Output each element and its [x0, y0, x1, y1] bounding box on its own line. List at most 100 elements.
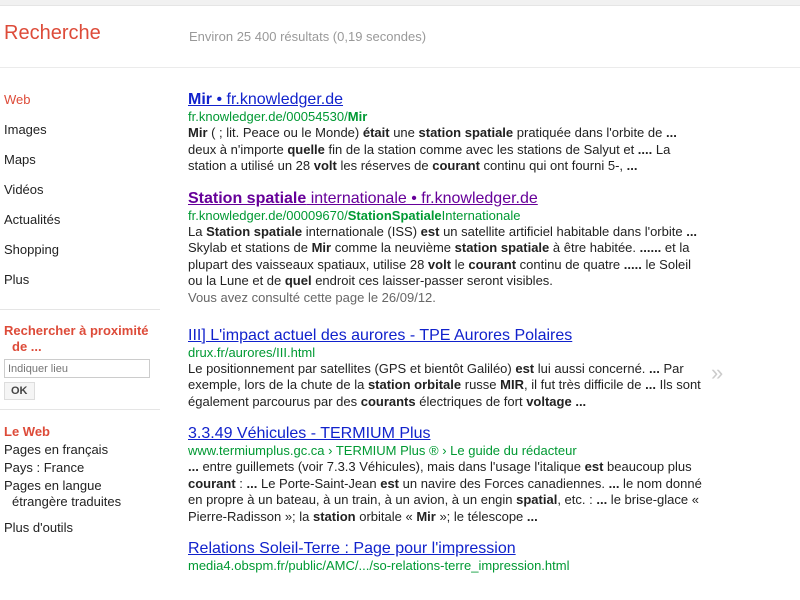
text-segment: russe — [461, 377, 501, 392]
highlight-term: .... — [637, 141, 653, 157]
highlight-term: station spatiale — [418, 125, 514, 140]
preview-arrow-icon[interactable]: » — [711, 360, 723, 386]
text-segment: le — [451, 256, 469, 272]
search-result: Relations Soleil-Terre : Page pour l'imp… — [188, 539, 708, 574]
text-segment: • fr.knowledger.de — [212, 91, 344, 108]
highlight-term: Mir — [311, 240, 332, 255]
highlight-term: est — [515, 360, 535, 376]
highlight-term: Mir — [347, 109, 368, 124]
text-segment: III] L'impact actuel des aurores - TPE A… — [188, 326, 573, 344]
text-segment: Skylab et stations de — [188, 240, 312, 255]
tool-french-pages[interactable]: Pages en français — [4, 442, 164, 458]
highlight-term: Mir — [188, 91, 212, 108]
highlight-term: courant — [432, 158, 480, 173]
result-url: fr.knowledger.de/00054530/Mir — [188, 109, 708, 125]
text-segment: Internationale — [441, 207, 521, 223]
highlight-term: Mir — [416, 508, 436, 524]
result-title-link[interactable]: Mir • fr.knowledger.de — [188, 90, 708, 109]
result-snippet: La Station spatiale internationale (ISS)… — [188, 224, 708, 290]
result-url: drux.fr/aurores/III.html — [188, 345, 708, 361]
text-segment: lui aussi concerné. — [534, 360, 650, 376]
nav-more[interactable]: Plus — [4, 270, 164, 300]
highlight-term: ... — [188, 459, 199, 474]
highlight-term: est — [584, 459, 604, 474]
result-title-link[interactable]: III] L'impact actuel des aurores - TPE A… — [188, 326, 708, 345]
results-list: Mir • fr.knowledger.de fr.knowledger.de/0… — [188, 90, 708, 574]
tool-translated-pages[interactable]: Pages en langue étrangère traduites — [4, 478, 164, 510]
ok-button[interactable]: OK — [4, 382, 35, 400]
nav-videos[interactable]: Vidéos — [4, 180, 164, 210]
nav-images[interactable]: Images — [4, 120, 164, 150]
highlight-term: est — [380, 475, 400, 491]
highlight-term: ... — [575, 393, 587, 409]
nav-shopping[interactable]: Shopping — [4, 240, 164, 270]
text-segment: continu de quatre — [516, 256, 624, 272]
text-segment: continu qui ont fourni 5-, — [479, 158, 627, 173]
tool-translated-label-cont: étrangère traduites — [12, 494, 122, 509]
result-url: media4.obspm.fr/public/AMC/.../so-relati… — [188, 558, 708, 574]
highlight-term: MIR — [500, 377, 524, 392]
tool-translated-label: Pages en langue — [4, 478, 102, 493]
top-bar — [0, 0, 800, 6]
highlight-term: ... — [596, 492, 608, 507]
page-logo[interactable]: Recherche — [4, 22, 101, 45]
tools-divider — [0, 409, 160, 410]
highlight-term: volt — [427, 256, 452, 272]
highlight-term: ... — [526, 508, 538, 524]
highlight-term: ... — [686, 223, 698, 239]
highlight-term: quel — [284, 273, 312, 288]
text-segment: électriques de fort — [415, 393, 527, 409]
highlight-term: Station spatiale — [206, 223, 303, 239]
text-segment: www.termiumplus.gc.ca › TERMIUM Plus ® ›… — [188, 443, 577, 458]
highlight-term: est — [420, 223, 440, 239]
text-segment: une — [389, 125, 419, 140]
highlight-term: ... — [246, 475, 258, 491]
text-segment: internationale (ISS) — [302, 223, 421, 239]
highlight-term: StationSpatiale — [347, 207, 442, 223]
text-segment: pratiquée dans l'orbite de — [513, 125, 666, 140]
nav-web[interactable]: Web — [4, 90, 164, 120]
highlight-term: ... — [626, 158, 638, 173]
location-input[interactable] — [4, 359, 150, 378]
highlight-term: Mir — [188, 125, 208, 140]
text-segment: un navire des Forces canadiennes. — [399, 475, 609, 491]
nav-news[interactable]: Actualités — [4, 210, 164, 240]
result-snippet: ... entre guillemets (voir 7.3.3 Véhicul… — [188, 459, 708, 525]
location-title: Rechercher à proximité — [4, 323, 149, 338]
search-tools: Le Web Pages en français Pays : France P… — [4, 424, 164, 538]
result-title-link[interactable]: Relations Soleil-Terre : Page pour l'imp… — [188, 539, 708, 558]
text-segment: , il fut très difficile de — [523, 377, 646, 392]
text-segment: La — [188, 223, 207, 239]
search-result: Station spatiale internationale • fr.kno… — [188, 189, 708, 306]
more-tools[interactable]: Plus d'outils — [4, 520, 164, 536]
text-segment: fr.knowledger.de/00009670/ — [188, 207, 348, 223]
highlight-term: volt — [313, 158, 337, 173]
text-segment: Le positionnement par satellites (GPS et… — [188, 360, 516, 376]
text-segment: 3.3.49 Véhicules - TERMIUM Plus — [188, 425, 431, 442]
text-segment: à être habitée. — [549, 240, 640, 255]
text-segment: deux à n'importe — [188, 141, 288, 157]
result-snippet: Mir ( ; lit. Peace ou le Monde) était un… — [188, 125, 708, 175]
nav-maps[interactable]: Maps — [4, 150, 164, 180]
nav-divider — [0, 309, 160, 310]
tool-country-france[interactable]: Pays : France — [4, 460, 164, 476]
text-segment: media4.obspm.fr/public/AMC/.../so-relati… — [188, 558, 570, 573]
search-result: III] L'impact actuel des aurores - TPE A… — [188, 326, 708, 411]
text-segment: internationale • fr.knowledger.de — [306, 189, 538, 207]
text-segment: endroit ces laisser-passer seront visibl… — [311, 273, 553, 288]
text-segment: fin de la station comme avec les station… — [324, 141, 638, 157]
highlight-term: quelle — [287, 141, 325, 157]
text-segment: beaucoup plus — [603, 459, 692, 474]
result-title-link[interactable]: Station spatiale internationale • fr.kno… — [188, 189, 708, 208]
text-segment: comme la neuvième — [331, 240, 455, 255]
result-title-link[interactable]: 3.3.49 Véhicules - TERMIUM Plus — [188, 424, 708, 443]
text-segment: les réserves de — [336, 158, 433, 173]
result-snippet: Le positionnement par satellites (GPS et… — [188, 361, 708, 411]
highlight-term: ... — [645, 377, 656, 392]
highlight-term: spatial — [516, 492, 558, 507]
highlight-term: ...... — [639, 240, 662, 255]
text-segment: orbitale « — [355, 508, 417, 524]
text-segment: un satellite artificiel habitable dans l… — [439, 223, 687, 239]
highlight-term: ..... — [623, 256, 642, 272]
highlight-term: courant — [468, 256, 517, 272]
